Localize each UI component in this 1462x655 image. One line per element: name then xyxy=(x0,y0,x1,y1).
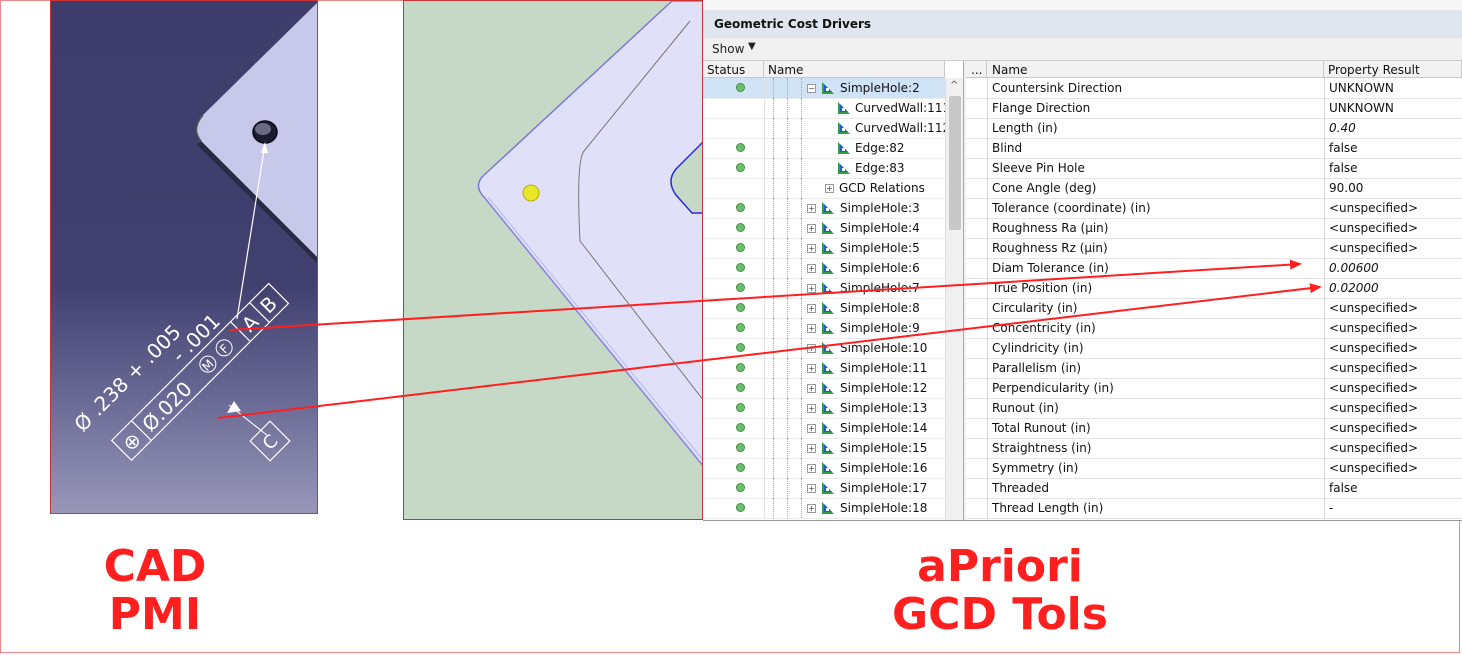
arrow-diam-tolerance xyxy=(229,259,1302,331)
apriori-caption: aPriori GCD Tols xyxy=(892,541,1108,640)
arrow-true-position xyxy=(217,283,1322,419)
cad-caption: CAD PMI xyxy=(103,541,207,640)
